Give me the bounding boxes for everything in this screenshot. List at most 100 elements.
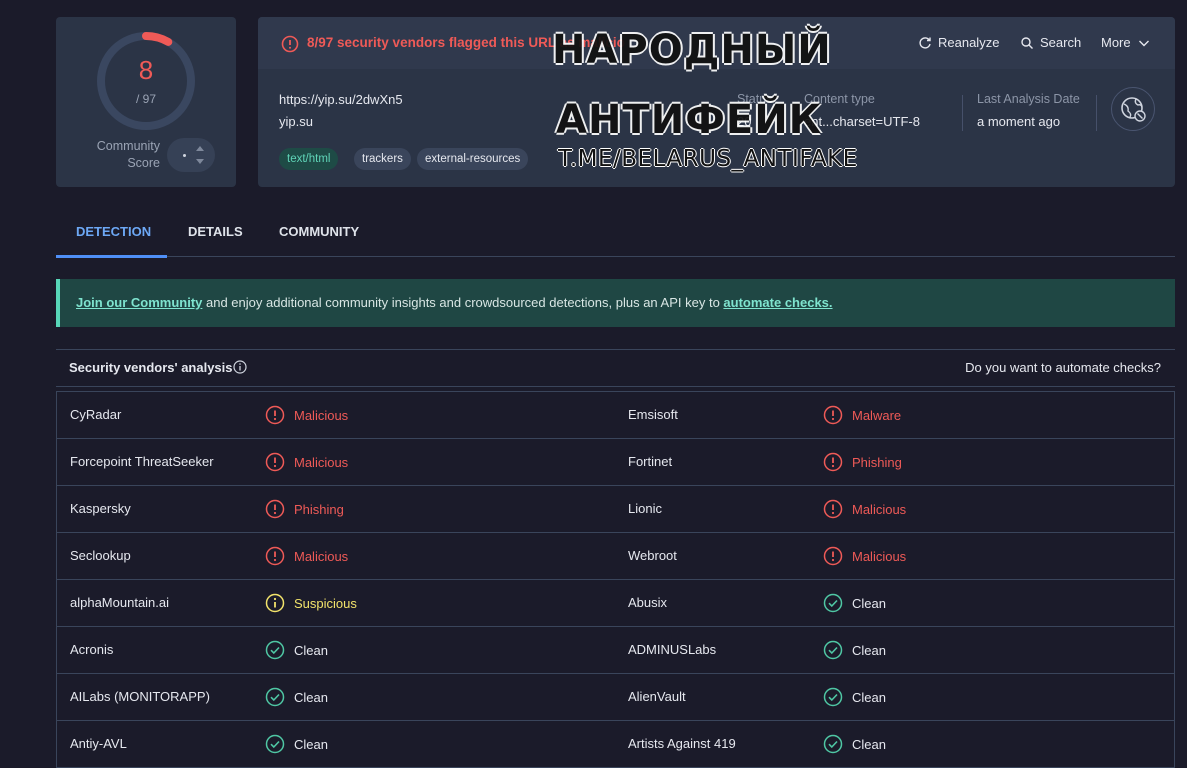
alert-icon: [265, 499, 285, 519]
tab-detection[interactable]: DETECTION: [76, 224, 151, 239]
vendor-result: Clean: [823, 640, 886, 660]
analyzed-url[interactable]: https://yip.su/2dwXn5: [279, 92, 403, 107]
vendor-result-label: Malicious: [852, 501, 907, 517]
vendor-result: Malicious: [265, 546, 348, 566]
vendor-result-label: Malicious: [294, 407, 349, 423]
vendor-result-label: Clean: [294, 689, 328, 705]
divider: [962, 95, 963, 131]
check-circle-icon: [823, 593, 843, 613]
alert-icon: [265, 546, 285, 566]
tab-community[interactable]: COMMUNITY: [279, 224, 359, 239]
active-tab-indicator: [56, 255, 167, 258]
vendor-result-label: Clean: [852, 642, 886, 658]
vendor-name: AILabs (MONITORAPP): [70, 689, 210, 704]
search-icon: [1021, 36, 1033, 49]
table-row: CyRadar Malicious Emsisoft Malware: [57, 392, 1174, 439]
community-score-label-line1: Community: [96, 139, 160, 153]
vendor-result: Phishing: [823, 452, 902, 472]
table-row: AILabs (MONITORAPP) Clean AlienVault Clean: [57, 674, 1174, 721]
dot-icon: [183, 154, 186, 157]
check-circle-icon: [265, 687, 285, 707]
vendor-result: Suspicious: [265, 593, 357, 613]
tab-details[interactable]: DETAILS: [188, 224, 243, 239]
vendor-result-label: Clean: [852, 689, 886, 705]
vendor-result: Clean: [823, 687, 886, 707]
detection-count: 8: [138, 55, 154, 85]
divider: [1096, 95, 1097, 131]
vendor-result: Clean: [823, 734, 886, 754]
vendor-result: Clean: [265, 687, 328, 707]
last-analysis-value: a moment ago: [977, 114, 1061, 129]
watermark-line2: АНТИФЕЙК: [556, 97, 823, 143]
tabs-divider: [56, 256, 1175, 257]
vendor-name: Webroot: [628, 548, 677, 563]
vendor-result: Malicious: [265, 452, 348, 472]
automate-checks-question[interactable]: Do you want to automate checks?: [965, 360, 1161, 375]
vendor-name: Abusix: [628, 595, 668, 610]
join-community-link[interactable]: Join our Community: [76, 295, 202, 310]
vendor-result-label: Phishing: [294, 501, 344, 517]
alert-icon: [281, 35, 299, 53]
vendor-name: alphaMountain.ai: [70, 595, 170, 610]
tag-trackers[interactable]: trackers: [354, 148, 411, 170]
analyzed-domain[interactable]: yip.su: [279, 114, 313, 129]
vendors-header: Security vendors' analysis Do you want t…: [56, 349, 1175, 387]
vendor-name: CyRadar: [70, 407, 122, 422]
vendor-result-label: Malicious: [852, 548, 907, 564]
search-button[interactable]: Search: [1020, 35, 1081, 50]
alert-icon: [823, 499, 843, 519]
vendor-result-label: Malicious: [294, 454, 349, 470]
vendor-result-label: Malware: [852, 407, 902, 423]
last-analysis-label: Last Analysis Date: [977, 92, 1080, 106]
banner-text: Join our Community and enjoy additional …: [76, 295, 833, 310]
tag-external-resources[interactable]: external-resources: [417, 148, 529, 170]
table-row: Seclookup Malicious Webroot Malicious: [57, 533, 1174, 580]
alert-icon: [823, 405, 843, 425]
vendor-name: Forcepoint ThreatSeeker: [70, 454, 214, 469]
tag-text-html[interactable]: text/html: [279, 148, 339, 170]
vendor-result: Malicious: [265, 405, 348, 425]
vendor-result: Clean: [265, 640, 328, 660]
vendor-name: Antiy-AVL: [70, 736, 127, 751]
info-icon: [265, 593, 285, 613]
table-row: Forcepoint ThreatSeeker Malicious Fortinet…: [57, 439, 1174, 486]
info-icon[interactable]: [233, 360, 247, 374]
alert-icon: [823, 452, 843, 472]
table-row: Kaspersky Phishing Lionic Malicious: [57, 486, 1174, 533]
more-button[interactable]: More: [1101, 35, 1151, 50]
check-circle-icon: [265, 640, 285, 660]
reanalyze-button[interactable]: Reanalyze: [918, 35, 999, 50]
vendor-result-label: Clean: [294, 736, 328, 752]
search-label: Search: [1040, 35, 1082, 50]
vendor-result: Clean: [823, 593, 886, 613]
automate-checks-link[interactable]: automate checks.: [723, 295, 832, 310]
chevron-down-icon: [1138, 40, 1149, 46]
downvote-icon[interactable]: [196, 159, 204, 164]
vendor-name: Emsisoft: [628, 407, 678, 422]
watermark-line3: T.ME/BELARUS_ANTIFAKE: [558, 146, 858, 172]
detection-total: / 97: [135, 92, 156, 106]
upvote-icon[interactable]: [196, 146, 204, 151]
banner-message: and enjoy additional community insights …: [202, 295, 724, 310]
check-circle-icon: [265, 734, 285, 754]
community-score-card: 8 / 97 Community Score: [56, 17, 236, 187]
url-graph-button[interactable]: [1111, 87, 1155, 131]
vendor-name: Kaspersky: [70, 501, 131, 516]
vendors-table: CyRadar Malicious Emsisoft Malware Forcepoin…: [56, 391, 1175, 768]
vendor-result-label: Clean: [852, 736, 886, 752]
watermark-line1: НАРОДНЫЙ: [552, 27, 832, 73]
vendor-name: AlienVault: [628, 689, 686, 704]
globe-icon: [1121, 97, 1146, 122]
community-banner: Join our Community and enjoy additional …: [56, 279, 1175, 327]
refresh-icon: [919, 36, 931, 49]
alert-icon: [265, 452, 285, 472]
reanalyze-label: Reanalyze: [938, 35, 1000, 50]
vendor-name: Artists Against 419: [628, 736, 736, 751]
table-row: Acronis Clean ADMINUSLabs Clean: [57, 627, 1174, 674]
community-vote-control[interactable]: [167, 138, 215, 172]
vendor-result-label: Clean: [294, 642, 328, 658]
vendor-result-label: Suspicious: [294, 595, 357, 611]
vendor-name: Acronis: [70, 642, 114, 657]
vendor-result: Phishing: [265, 499, 344, 519]
vendor-result: Clean: [265, 734, 328, 754]
